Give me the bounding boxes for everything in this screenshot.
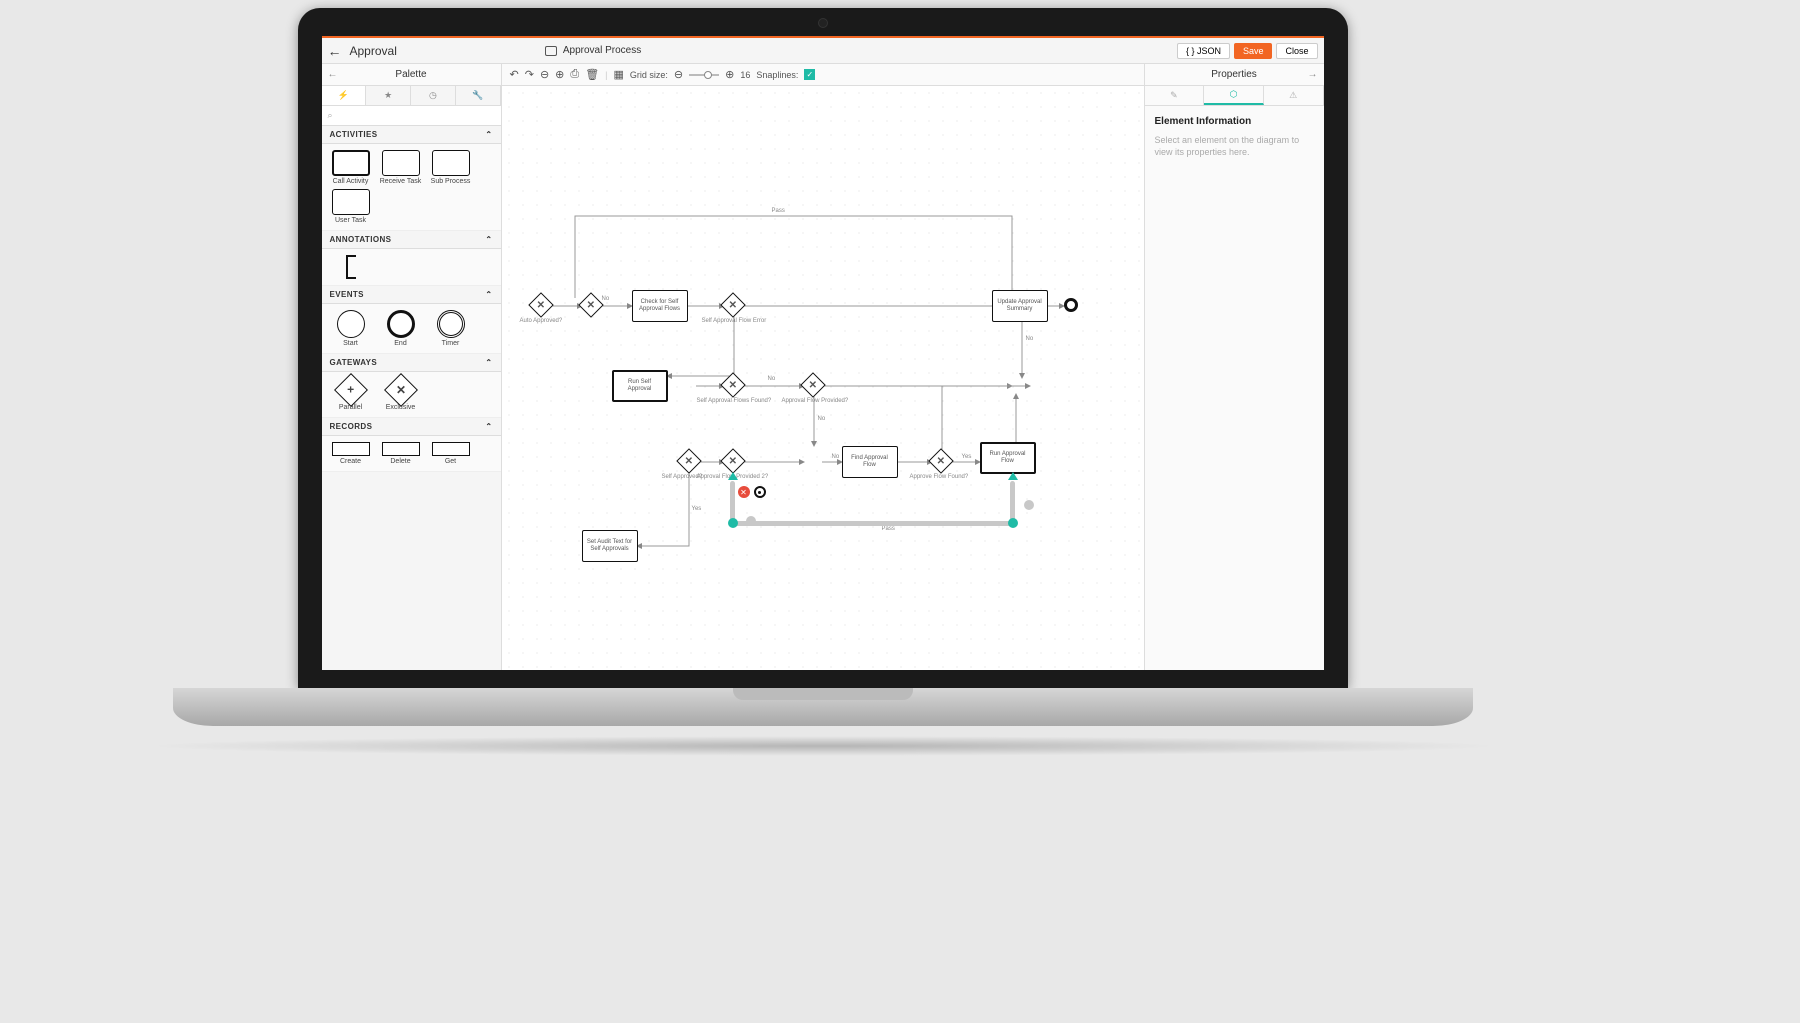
gateway-self-error[interactable]: ✕ [720,292,745,317]
redo-icon[interactable]: ↷ [525,68,534,81]
section-events[interactable]: EVENTS⌃ [322,286,501,304]
handle-icon[interactable] [1024,500,1034,510]
grid-size-label: Grid size: [630,70,668,80]
node-label: Auto Approved? [520,318,563,324]
delete-connector-icon[interactable]: ✕ [738,486,750,498]
node-label: Self Approval Flows Found? [697,398,772,404]
grid-value: 16 [740,70,750,80]
palette-collapse-icon[interactable]: ← [328,69,338,80]
selected-connector[interactable] [734,521,1014,526]
gateway-flows-found[interactable]: ✕ [720,372,745,397]
laptop-shadow [143,736,1503,756]
annotation-bracket[interactable] [328,255,374,279]
palette-tab-connect[interactable]: ⚡ [322,86,367,105]
prop-tab-edit[interactable]: ✎ [1145,86,1205,105]
prop-tab-warn[interactable]: ⚠ [1264,86,1324,105]
palette-search-input[interactable]: ⌕ [322,106,501,126]
section-annotations[interactable]: ANNOTATIONS⌃ [322,231,501,249]
gateway-exclusive[interactable]: ✕Exclusive [378,378,424,411]
activity-receive[interactable]: Receive Task [378,150,424,185]
canvas-toolbar: ↶ ↷ ⊖ ⊕ ⎙ 🗑 | ▦ Grid size: ⊖ ⊕ 16 Snapli… [502,64,1144,85]
gateway-self-approved[interactable]: ✕ [676,448,701,473]
event-end[interactable]: End [378,310,424,347]
page-title: Approval [350,44,397,58]
anchor-icon[interactable] [1008,472,1018,480]
task-update-summary[interactable]: Update Approval Summary [992,290,1048,322]
gateway-auto-approved[interactable]: ✕ [528,292,553,317]
diagram-canvas[interactable]: ✕ Auto Approved? ✕ Check for Self Approv… [502,86,1144,670]
task-check-self[interactable]: Check for Self Approval Flows [632,290,688,322]
process-tab-icon [545,46,557,56]
grid-minus-icon[interactable]: ⊖ [674,68,683,81]
gateway-approve-found[interactable]: ✕ [928,448,953,473]
app-header: ← Approval Approval Process { } JSON Sav… [322,38,1324,64]
section-records[interactable]: RECORDS⌃ [322,418,501,436]
undo-icon[interactable]: ↶ [510,68,519,81]
zoom-out-icon[interactable]: ⊖ [540,68,549,81]
gateway-flow-provided-2[interactable]: ✕ [720,448,745,473]
properties-heading: Element Information [1155,116,1314,127]
gateway-1[interactable]: ✕ [578,292,603,317]
end-event[interactable] [1064,298,1078,312]
laptop-camera [818,18,828,28]
task-run-self[interactable]: Run Self Approval [612,370,668,402]
task-run-approval[interactable]: Run Approval Flow [980,442,1036,474]
properties-panel: ✎ ⬡ ⚠ Element Information Select an elem… [1144,86,1324,670]
target-connector-icon[interactable] [754,486,766,498]
task-set-audit[interactable]: Set Audit Text for Self Approvals [582,530,638,562]
grid-slider[interactable] [689,74,719,76]
record-delete[interactable]: Delete [378,442,424,465]
palette-header: ← Palette [322,64,502,85]
close-button[interactable]: Close [1276,43,1317,59]
node-label: Self Approval Flow Error [702,318,767,324]
task-find-flow[interactable]: Find Approval Flow [842,446,898,478]
search-icon: ⌕ [328,110,333,121]
grid-plus-icon[interactable]: ⊕ [725,68,734,81]
event-start[interactable]: Start [328,310,374,347]
print-icon[interactable]: ⎙ [570,68,579,81]
section-activities[interactable]: ACTIVITIES⌃ [322,126,501,144]
snaplines-label: Snaplines: [756,70,798,80]
json-button[interactable]: { } JSON [1177,43,1230,59]
back-arrow-icon[interactable]: ← [328,43,342,59]
handle-icon[interactable] [746,516,756,526]
record-get[interactable]: Get [428,442,474,465]
gateway-parallel[interactable]: +Parallel [328,378,374,411]
palette-tab-recent[interactable]: ◷ [411,86,456,105]
gateway-flow-provided[interactable]: ✕ [800,372,825,397]
snaplines-checkbox[interactable]: ✓ [804,69,815,80]
delete-icon[interactable]: 🗑 [585,68,599,81]
palette-tab-tools[interactable]: 🔧 [456,86,501,105]
grid-icon[interactable]: ▦ [614,68,624,81]
activity-user-task[interactable]: User Task [328,189,374,224]
record-create[interactable]: Create [328,442,374,465]
save-button[interactable]: Save [1234,43,1273,59]
activity-call[interactable]: Call Activity [328,150,374,185]
event-timer[interactable]: Timer [428,310,474,347]
palette-panel: ⚡ ★ ◷ 🔧 ⌕ ACTIVITIES⌃ Call Activity Rece… [322,86,502,670]
palette-tab-star[interactable]: ★ [366,86,411,105]
process-title: Approval Process [563,45,641,56]
handle-icon[interactable] [728,518,738,528]
anchor-icon[interactable] [728,472,738,480]
properties-collapse-icon[interactable]: → [1308,69,1318,80]
handle-icon[interactable] [1008,518,1018,528]
zoom-in-icon[interactable]: ⊕ [555,68,564,81]
properties-help-text: Select an element on the diagram to view… [1155,135,1314,158]
properties-header: Properties → [1144,64,1324,85]
section-gateways[interactable]: GATEWAYS⌃ [322,354,501,372]
node-label: Approval Flow Provided? [782,398,849,404]
laptop-base [173,688,1473,726]
node-label: Approve Flow Found? [910,474,969,480]
prop-tab-info[interactable]: ⬡ [1204,86,1264,105]
activity-subprocess[interactable]: Sub Process [428,150,474,185]
